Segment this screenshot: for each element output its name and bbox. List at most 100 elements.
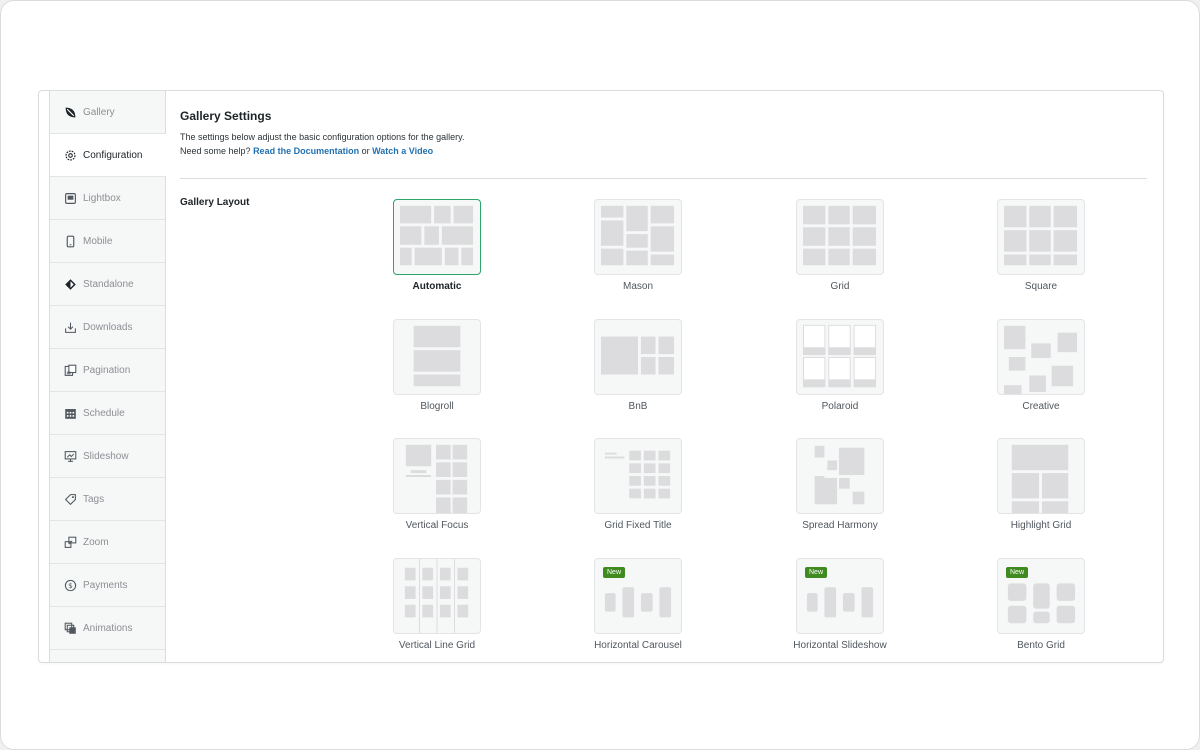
layout-option-bnb[interactable]: BnB [594, 319, 682, 419]
sidebar-item-pagination[interactable]: Pagination [50, 349, 165, 392]
sidebar-item-label: Pagination [83, 364, 131, 376]
layout-thumbnail [594, 438, 682, 514]
sidebar-item-label: Configuration [83, 149, 143, 161]
layout-thumbnail [594, 319, 682, 395]
layout-label: Square [1024, 281, 1058, 292]
sidebar-item-label: Standalone [83, 278, 134, 290]
sidebar-item-configuration[interactable]: Configuration [50, 134, 166, 177]
layout-option-creative[interactable]: Creative [997, 319, 1085, 419]
layout-thumbnail [796, 199, 884, 275]
sidebar-item-schedule[interactable]: Schedule [50, 392, 165, 435]
layout-option-grid[interactable]: Grid [796, 199, 884, 299]
gear-icon [64, 149, 77, 162]
new-badge: New [805, 567, 828, 578]
layout-label: Mason [622, 281, 653, 292]
new-badge: New [1006, 567, 1029, 578]
description-text: The settings below adjust the basic conf… [180, 132, 465, 142]
layout-thumbnail [796, 438, 884, 514]
sidebar-item-label: Payments [83, 579, 128, 591]
mobile-icon [64, 235, 77, 248]
sidebar-item-label: Animations [83, 622, 133, 634]
layout-option-grid-fixed-title[interactable]: Grid Fixed Title [594, 438, 682, 538]
layout-thumbnail [796, 319, 884, 395]
layout-option-spread-harmony[interactable]: Spread Harmony [796, 438, 884, 538]
layout-option-automatic[interactable]: Automatic [393, 199, 481, 299]
layout-thumbnail: New [997, 558, 1085, 634]
new-badge: New [603, 567, 626, 578]
dollar-icon: $ [64, 579, 77, 592]
gallery-layout-label: Gallery Layout [180, 197, 250, 208]
zoom-icon [64, 536, 77, 549]
settings-content: Gallery Settings The settings below adju… [180, 91, 1147, 662]
lightbox-icon [64, 192, 77, 205]
animation-icon [64, 622, 77, 635]
layout-thumbnail [594, 199, 682, 275]
sidebar-item-label: Gallery [83, 106, 115, 118]
sidebar-item-payments[interactable]: $ Payments [50, 564, 165, 607]
layout-label: Spread Harmony [802, 520, 878, 531]
layout-label: Bento Grid [1017, 640, 1065, 651]
layout-option-bento-grid[interactable]: New Bento Grid [997, 558, 1085, 658]
layout-option-vertical-line-grid[interactable]: Vertical Line Grid [393, 558, 481, 658]
sidebar-item-downloads[interactable]: Downloads [50, 306, 165, 349]
layout-option-blogroll[interactable]: Blogroll [393, 319, 481, 419]
app-frame: Gallery Configuration Lightbox Mobile St… [0, 0, 1200, 750]
layout-label: Vertical Line Grid [398, 640, 476, 651]
leaf-icon [64, 106, 77, 119]
settings-panel: Gallery Configuration Lightbox Mobile St… [38, 90, 1164, 663]
layout-label: BnB [628, 401, 648, 412]
sidebar-item-slideshow[interactable]: Slideshow [50, 435, 165, 478]
layout-label: Vertical Focus [405, 520, 469, 531]
divider [180, 178, 1147, 179]
sidebar-item-label: Tags [83, 493, 105, 505]
sidebar-item-lightbox[interactable]: Lightbox [50, 177, 165, 220]
layout-thumbnail: New [594, 558, 682, 634]
layout-label: Polaroid [821, 401, 859, 412]
sidebar-item-label: Zoom [83, 536, 109, 548]
layout-option-polaroid[interactable]: Polaroid [796, 319, 884, 419]
layout-option-vertical-focus[interactable]: Vertical Focus [393, 438, 481, 538]
standalone-icon [64, 278, 77, 291]
sidebar-item-label: Slideshow [83, 450, 129, 462]
layout-thumbnail [393, 199, 481, 275]
layout-option-horizontal-slideshow[interactable]: New Horizontal Slideshow [793, 558, 887, 658]
layout-thumbnail [393, 438, 481, 514]
layout-thumbnail: New [796, 558, 884, 634]
layout-label: Grid [830, 281, 850, 292]
sidebar-item-tags[interactable]: Tags [50, 478, 165, 521]
pagination-icon [64, 364, 77, 377]
sidebar-item-mobile[interactable]: Mobile [50, 220, 165, 263]
documentation-link[interactable]: Read the Documentation [253, 146, 359, 156]
layout-option-horizontal-carousel[interactable]: New Horizontal Carousel [594, 558, 682, 658]
sidebar-item-animations[interactable]: Animations [50, 607, 165, 650]
layout-label: Automatic [412, 281, 462, 292]
layout-thumbnail [997, 319, 1085, 395]
layout-thumbnail [393, 319, 481, 395]
slideshow-icon [64, 450, 77, 463]
sidebar-item-zoom[interactable]: Zoom [50, 521, 165, 564]
sidebar-item-label: Downloads [83, 321, 133, 333]
svg-text:$: $ [68, 581, 73, 590]
or-text: or [361, 146, 370, 156]
sidebar-item-label: Mobile [83, 235, 113, 247]
layout-option-highlight-grid[interactable]: Highlight Grid [997, 438, 1085, 538]
layout-label: Highlight Grid [1010, 520, 1072, 531]
tag-icon [64, 493, 77, 506]
watch-video-link[interactable]: Watch a Video [372, 146, 433, 156]
layout-option-square[interactable]: Square [997, 199, 1085, 299]
page-title: Gallery Settings [180, 109, 272, 123]
sidebar-item-gallery[interactable]: Gallery [50, 91, 165, 134]
help-line: Need some help? Read the Documentation o… [180, 144, 465, 158]
layout-thumbnail [997, 199, 1085, 275]
layout-label: Blogroll [420, 401, 454, 412]
sidebar-item-label: Schedule [83, 407, 125, 419]
layout-grid: Automatic Mason Grid Square Blogroll BnB… [393, 199, 1093, 662]
layout-label: Horizontal Carousel [594, 640, 682, 651]
layout-thumbnail [997, 438, 1085, 514]
sidebar-item-label: Lightbox [83, 192, 121, 204]
calendar-icon [64, 407, 77, 420]
sidebar-item-standalone[interactable]: Standalone [50, 263, 165, 306]
help-prefix: Need some help? [180, 146, 251, 156]
layout-option-mason[interactable]: Mason [594, 199, 682, 299]
layout-label: Creative [1022, 401, 1060, 412]
